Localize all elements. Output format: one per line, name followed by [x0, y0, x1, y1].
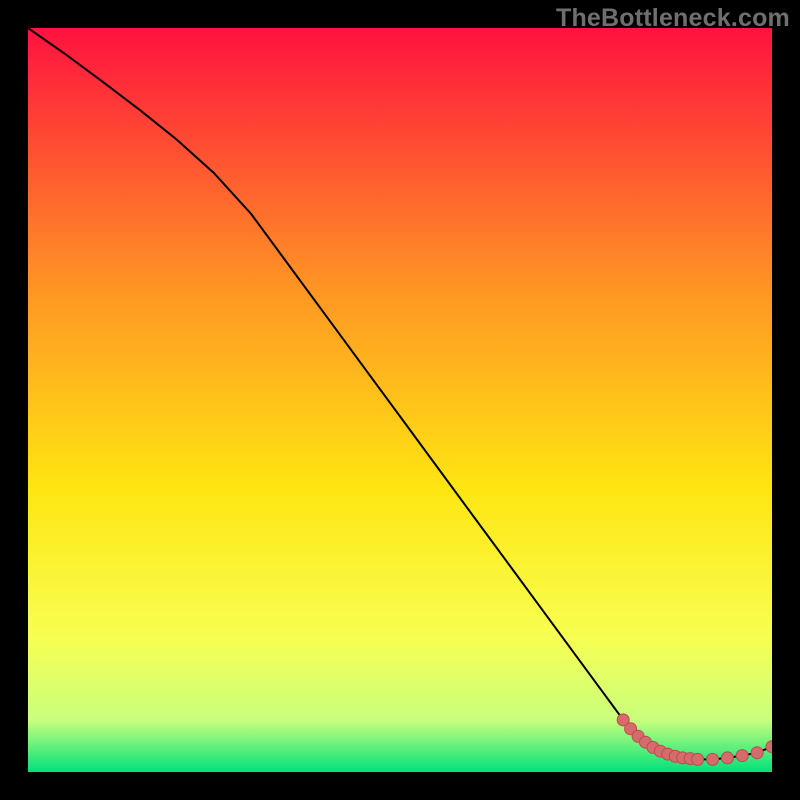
- chart-svg: [28, 28, 772, 772]
- highlight-marker: [721, 752, 733, 764]
- highlight-marker: [707, 753, 719, 765]
- highlight-marker: [692, 753, 704, 765]
- plot-area: [28, 28, 772, 772]
- chart-root: TheBottleneck.com: [0, 0, 800, 800]
- gradient-background: [28, 28, 772, 772]
- highlight-marker: [751, 747, 763, 759]
- highlight-marker: [736, 750, 748, 762]
